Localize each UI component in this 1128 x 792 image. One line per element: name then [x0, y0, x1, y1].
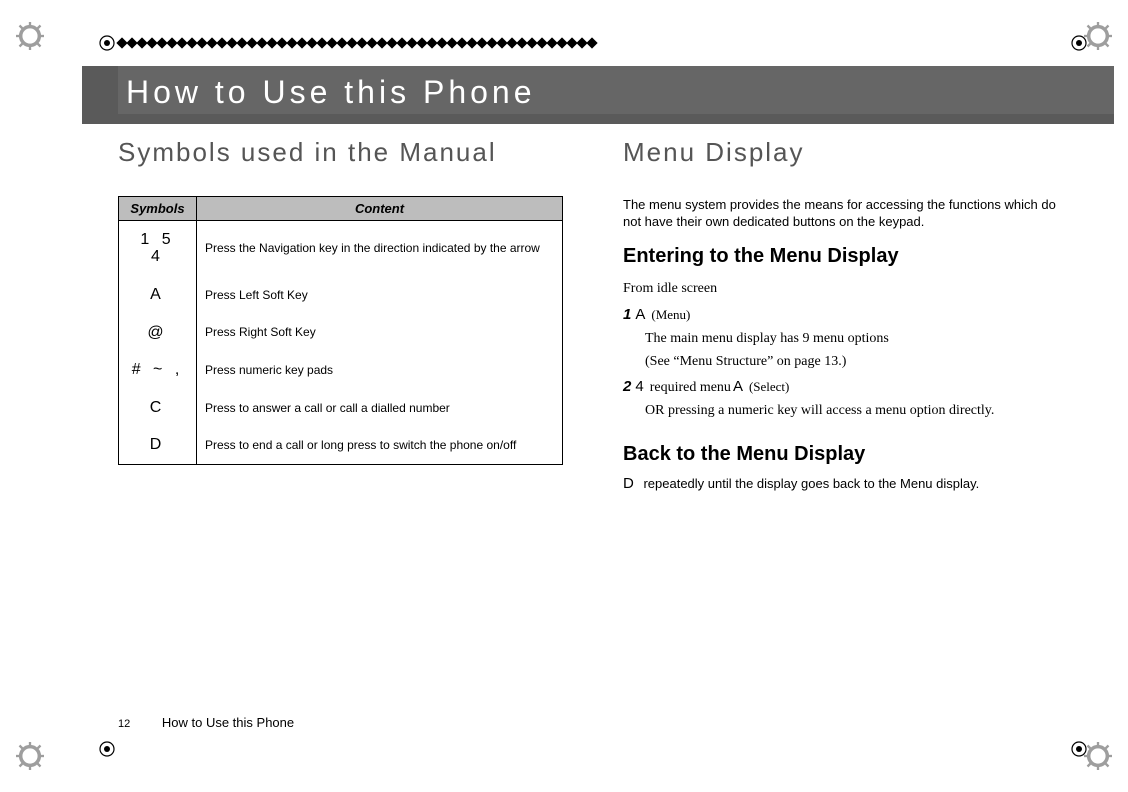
reg-mark-icon — [1070, 740, 1088, 758]
gear-icon-tl — [16, 22, 44, 50]
table-header-content: Content — [197, 196, 563, 220]
step-body: The main menu display has 9 menu options — [645, 328, 1068, 350]
steps-block: From idle screen 1A(Menu) The main menu … — [623, 276, 1068, 423]
subheading-back: Back to the Menu Display — [623, 443, 1068, 466]
page-number: 12 — [118, 718, 130, 730]
reg-mark-icon — [1070, 34, 1088, 52]
table-row: D Press to end a call or long press to s… — [119, 426, 563, 464]
content-cell: Press the Navigation key in the directio… — [197, 220, 563, 276]
table-row: C Press to answer a call or call a diall… — [119, 389, 563, 427]
chapter-title-bar: How to Use this Phone — [82, 66, 1114, 124]
intro-paragraph: The menu system provides the means for a… — [623, 196, 1068, 231]
gear-icon-tr — [1084, 22, 1112, 50]
step-2: 24 required menuA (Select) OR pressing a n… — [623, 373, 1068, 423]
nav-icon: 4 — [635, 378, 643, 395]
symbols-table: Symbols Content 1 5 4 Press the Navigati… — [118, 196, 563, 465]
step-body: OR pressing a numeric key will access a … — [645, 400, 1068, 422]
symbol-cell: C — [119, 389, 197, 427]
content-cell: Press Right Soft Key — [197, 314, 563, 352]
table-row: 1 5 4 Press the Navigation key in the di… — [119, 220, 563, 276]
step-number: 1 — [623, 306, 631, 323]
table-row: A Press Left Soft Key — [119, 276, 563, 314]
left-column: Symbols used in the Manual Symbols Conte… — [118, 138, 563, 508]
step-label: (Select) — [749, 379, 789, 394]
step-1: 1A (Menu) The main menu display has 9 men… — [623, 301, 1068, 373]
lead-text: From idle screen — [623, 276, 1068, 301]
gear-icon-bl — [16, 742, 44, 770]
subheading-entering: Entering to the Menu Display — [623, 245, 1068, 268]
table-header-symbols: Symbols — [119, 196, 197, 220]
symbol-cell: D — [119, 426, 197, 464]
chapter-title: How to Use this Phone — [118, 66, 1114, 114]
symbol-cell: 1 5 4 — [119, 220, 197, 276]
right-column: Menu Display The menu system provides th… — [623, 138, 1068, 508]
back-text: repeatedly until the display goes back t… — [643, 476, 979, 491]
softkey-icon: A — [733, 378, 743, 395]
symbol-cell: @ — [119, 314, 197, 352]
step-text: required menu — [650, 380, 731, 395]
symbol-cell: # ~ , — [119, 351, 197, 389]
section-heading-symbols: Symbols used in the Manual — [118, 138, 563, 168]
end-key-icon: D — [623, 475, 634, 492]
step-number: 2 — [623, 378, 631, 395]
back-paragraph: D repeatedly until the display goes back… — [623, 474, 1068, 494]
symbol-cell: A — [119, 276, 197, 314]
table-row: @ Press Right Soft Key — [119, 314, 563, 352]
softkey-icon: A — [635, 306, 645, 323]
step-label: (Menu) — [651, 307, 690, 322]
reg-mark-icon — [98, 34, 116, 52]
page-footer: 12 How to Use this Phone — [118, 715, 294, 730]
gear-icon-br — [1084, 742, 1112, 770]
footer-title: How to Use this Phone — [162, 715, 294, 730]
table-row: # ~ , Press numeric key pads — [119, 351, 563, 389]
section-heading-menu: Menu Display — [623, 138, 1068, 168]
content-cell: Press numeric key pads — [197, 351, 563, 389]
step-body: (See “Menu Structure” on page 13.) — [645, 351, 1068, 373]
reg-mark-icon — [98, 740, 116, 758]
content-cell: Press to answer a call or call a dialled… — [197, 389, 563, 427]
content-cell: Press to end a call or long press to swi… — [197, 426, 563, 464]
decorative-diamond-strip — [118, 36, 566, 50]
content-cell: Press Left Soft Key — [197, 276, 563, 314]
